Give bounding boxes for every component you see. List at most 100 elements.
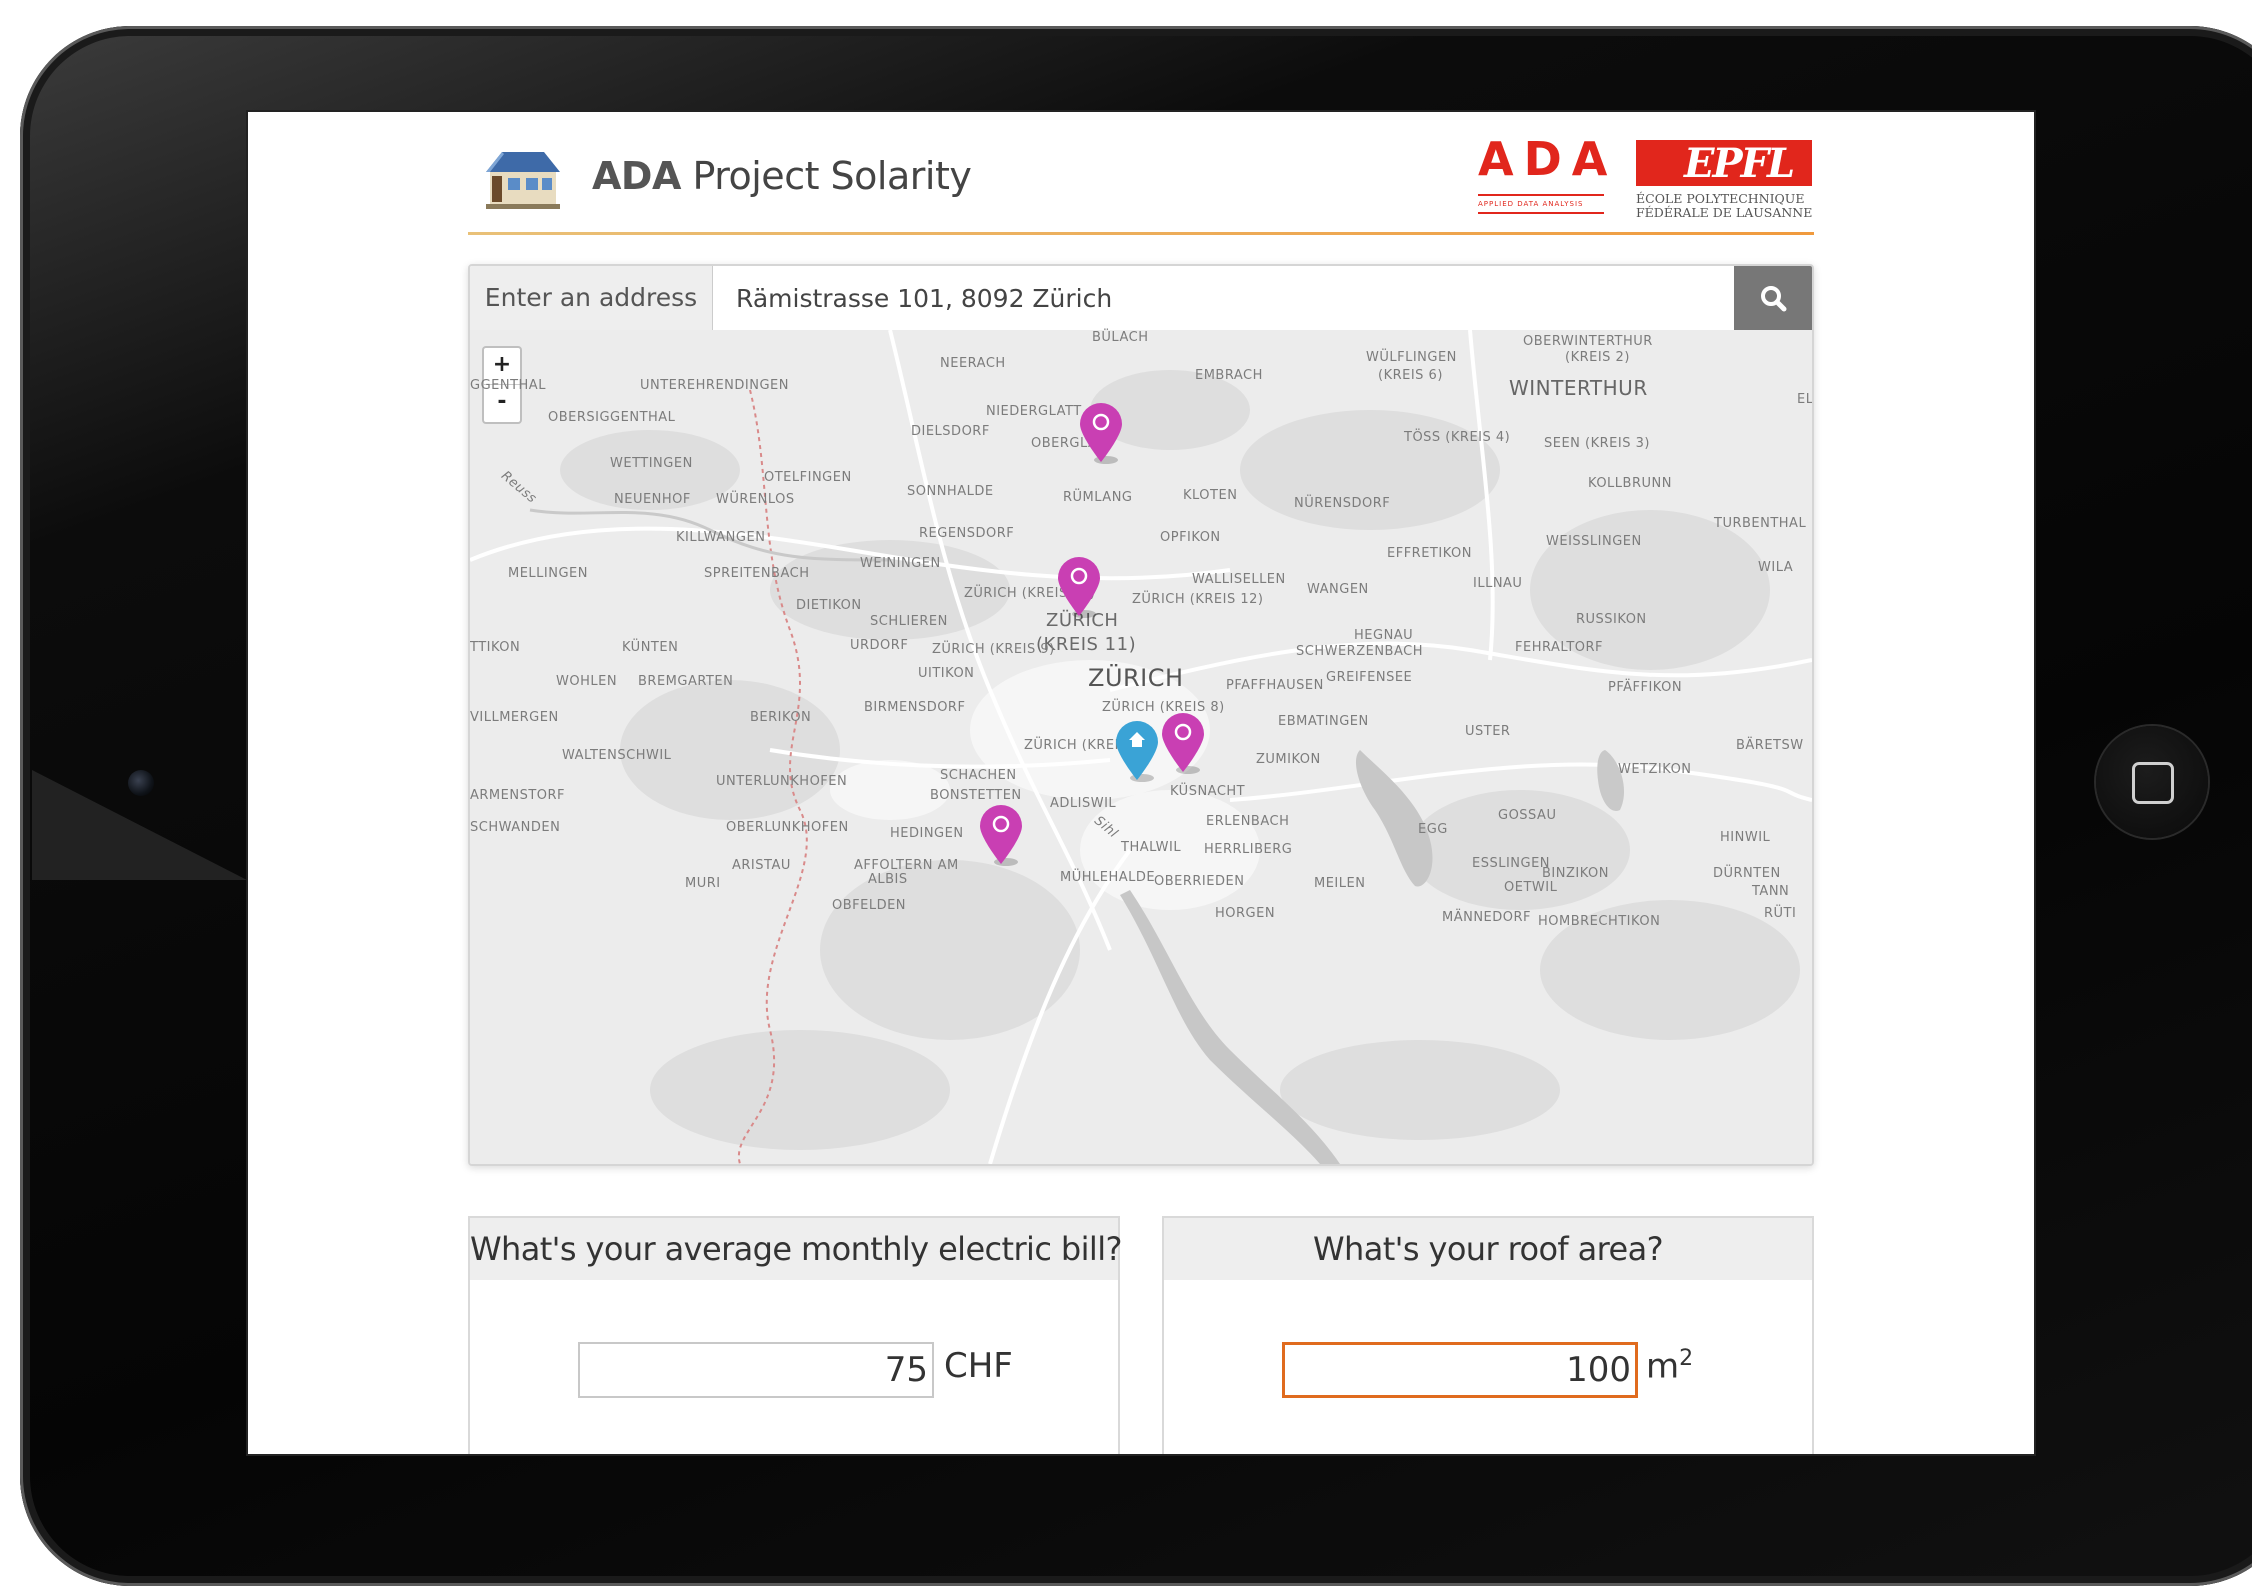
map-place-label: WETTINGEN	[610, 456, 693, 471]
map-place-label: KOLLBRUNN	[1588, 476, 1672, 491]
map-place-label: ARMENSTORF	[470, 788, 566, 803]
map-place-label: BERIKON	[750, 710, 812, 725]
map-place-label: OBERLUNKHOFEN	[726, 820, 849, 835]
map-place-label: REGENSDORF	[919, 526, 1015, 541]
map-place-label: HERRLIBERG	[1204, 842, 1293, 857]
map-place-label: OBERRIEDEN	[1154, 874, 1245, 889]
bill-input[interactable]	[578, 1342, 934, 1398]
map-place-label: DIETIKON	[796, 598, 862, 613]
map-place-label: SCHLIEREN	[870, 614, 948, 629]
map-place-label: WÜRENLOS	[716, 492, 795, 507]
map-place-label: NEERACH	[940, 356, 1006, 371]
map-place-label: KÜNTEN	[622, 640, 679, 655]
bill-unit: CHF	[944, 1346, 1013, 1386]
map-place-label: OETWIL	[1504, 880, 1558, 895]
map-place-label: FEHRALTORF	[1515, 640, 1604, 655]
map-place-label: OTELFINGEN	[764, 470, 852, 485]
map-place-label: SEEN (KREIS 3)	[1544, 436, 1650, 451]
app-title: ADA Project Solarity	[592, 154, 972, 198]
map-place-label: WINTERTHUR	[1509, 376, 1648, 400]
map-place-label: WANGEN	[1307, 582, 1369, 597]
map-place-label: ZÜRICH (KREIS 9)	[932, 642, 1055, 657]
ada-logo-text: ADA	[1478, 132, 1618, 186]
map-place-label: ADLISWIL	[1050, 796, 1117, 811]
home-marker-icon[interactable]	[1114, 720, 1160, 782]
map-place-label: OBERSIGGENTHAL	[548, 410, 676, 425]
map-place-label: EFFRETIKON	[1387, 546, 1472, 561]
ada-logo: ADA APPLIED DATA ANALYSIS	[1478, 132, 1608, 222]
map-place-label: ERLENBACH	[1206, 814, 1290, 829]
address-label: Enter an address	[470, 266, 713, 330]
map[interactable]: + - BÜLACH NEERACH EMBRACH WÜLFLINGEN (KREIS…	[470, 330, 1812, 1164]
map-place-label: MEILEN	[1314, 876, 1366, 891]
map-place-label: PFÄFFIKON	[1608, 680, 1683, 695]
home-button[interactable]	[2096, 726, 2208, 838]
map-place-label: HEGNAU	[1354, 628, 1414, 643]
map-place-label: KILLWANGEN	[676, 530, 766, 545]
map-place-label: WÜLFLINGEN	[1366, 350, 1457, 365]
map-place-label: ARISTAU	[732, 858, 791, 873]
map-place-label: URDORF	[850, 638, 909, 653]
map-place-label: SONNHALDE	[907, 484, 994, 499]
epfl-logo-text: EPFL	[1684, 140, 1795, 187]
map-place-label: SPREITENBACH	[704, 566, 810, 581]
map-place-label: WEISSLINGEN	[1546, 534, 1642, 549]
ada-logo-rule-bottom	[1478, 212, 1604, 214]
map-place-label: VILLMERGEN	[470, 710, 559, 725]
map-place-label: BREMGARTEN	[638, 674, 734, 689]
map-place-label: MELLINGEN	[508, 566, 588, 581]
map-place-label: OPFIKON	[1160, 530, 1221, 545]
map-place-label: PFAFFHAUSEN	[1226, 678, 1324, 693]
map-place-label: GREIFENSEE	[1326, 670, 1413, 685]
map-place-label: OBERWINTERTHUR	[1523, 334, 1653, 349]
map-place-label: GOSSAU	[1498, 808, 1557, 823]
search-button[interactable]	[1734, 266, 1812, 330]
map-place-label: ILLNAU	[1473, 576, 1523, 591]
map-place-label: ESSLINGEN	[1472, 856, 1551, 871]
map-place-label: UNTERLUNKHOFEN	[716, 774, 848, 789]
map-place-label: TANN	[1752, 884, 1790, 899]
map-panel: Enter an address Rämistrasse 101, 8092 Z…	[468, 264, 1814, 1166]
address-search-bar: Enter an address	[470, 266, 1812, 331]
map-place-label: RUSSIKON	[1576, 612, 1647, 627]
map-place-label: KÜSNACHT	[1170, 784, 1246, 799]
map-place-label: HORGEN	[1215, 906, 1276, 921]
map-place-label: NIEDERGLATT	[986, 404, 1082, 419]
map-place-label: (KREIS 6)	[1378, 368, 1443, 383]
map-place-label: BIRMENSDORF	[864, 700, 966, 715]
map-place-label: SCHWERZENBACH	[1296, 644, 1423, 659]
map-place-label: THALWIL	[1121, 840, 1182, 855]
map-place-label: RÜTI	[1764, 906, 1797, 921]
map-place-label: HINWIL	[1720, 830, 1771, 845]
map-place-label: TÖSS (KREIS 4)	[1404, 430, 1511, 445]
ada-logo-subtitle: APPLIED DATA ANALYSIS	[1478, 200, 1584, 208]
solar-marker-icon[interactable]	[1056, 556, 1102, 618]
solar-marker-icon[interactable]	[1078, 402, 1124, 464]
map-place-label: AFFOLTERN AM	[854, 858, 959, 873]
roof-unit-exponent: 2	[1679, 1346, 1694, 1371]
map-place-label: MÜHLEHALDE	[1060, 870, 1156, 885]
map-place-label: OBFELDEN	[832, 898, 907, 913]
solar-marker-icon[interactable]	[1160, 712, 1206, 774]
roof-area-input[interactable]	[1282, 1342, 1638, 1398]
map-place-label: SCHACHEN	[940, 768, 1017, 783]
map-place-label: HEDINGEN	[890, 826, 964, 841]
solar-marker-icon[interactable]	[978, 804, 1024, 866]
roof-unit: m2	[1646, 1346, 1693, 1386]
map-place-label: ZUMIKON	[1256, 752, 1321, 767]
epfl-logo-subtitle: ÉCOLE POLYTECHNIQUE FÉDÉRALE DE LAUSANNE	[1636, 191, 1813, 220]
map-place-label: NEUENHOF	[614, 492, 691, 507]
map-place-label: MURI	[685, 876, 721, 891]
bill-card: What's your average monthly electric bil…	[468, 1216, 1122, 1454]
map-place-label: KLOTEN	[1183, 488, 1238, 503]
roof-unit-base: m	[1646, 1346, 1680, 1387]
home-square-icon	[2132, 762, 2174, 804]
map-place-label: HOMBRECHTIKON	[1538, 914, 1661, 929]
map-place-label: BÜLACH	[1092, 330, 1149, 345]
map-place-label: (KREIS 2)	[1565, 350, 1630, 365]
address-input[interactable]	[714, 266, 1734, 330]
map-place-label: WETZIKON	[1618, 762, 1692, 777]
map-place-label: ZÜRICH	[1088, 664, 1184, 692]
ada-logo-rule	[1478, 194, 1604, 196]
map-place-label: WILA	[1758, 560, 1794, 575]
